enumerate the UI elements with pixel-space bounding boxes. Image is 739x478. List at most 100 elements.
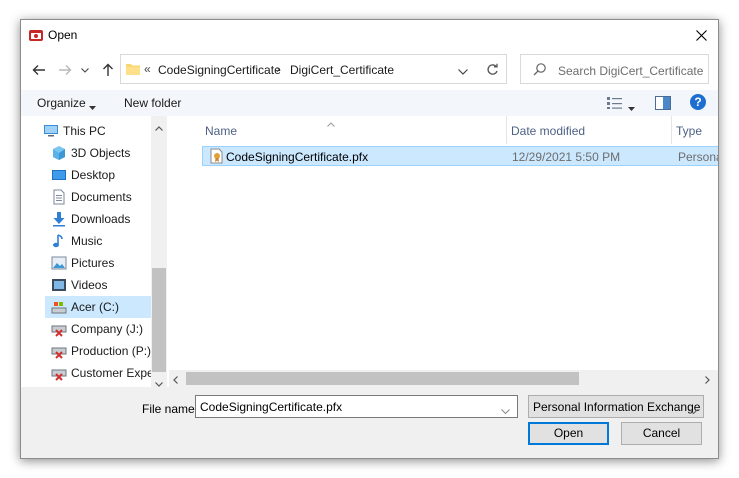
breadcrumb-digicert-certificate[interactable]: DigiCert_Certificate: [290, 63, 394, 77]
nav-item-3d-objects[interactable]: 3D Objects: [21, 142, 151, 164]
navigation-pane: This PC 3D Objects Desktop Documents Dow…: [21, 116, 167, 390]
nav-item-label: Production (P:): [71, 344, 152, 358]
column-header-date-modified[interactable]: Date modified: [507, 116, 671, 144]
scroll-up-icon[interactable]: [155, 120, 163, 134]
organize-dropdown-icon[interactable]: [89, 99, 96, 113]
view-dropdown-icon[interactable]: [628, 100, 635, 114]
nav-item-videos[interactable]: Videos: [21, 274, 151, 296]
filetype-dropdown-icon: [689, 403, 698, 417]
file-list-hscrollbar[interactable]: [169, 370, 718, 387]
breadcrumb-separator[interactable]: ›: [276, 62, 280, 76]
nav-item-label: Downloads: [71, 212, 131, 226]
address-overflow[interactable]: «: [144, 62, 151, 76]
nav-item-desktop[interactable]: Desktop: [21, 164, 151, 186]
nav-item-label: Documents: [71, 190, 132, 204]
drive-icon: [51, 299, 67, 315]
nav-item-label: Pictures: [71, 256, 115, 270]
nav-item-label: This PC: [63, 124, 106, 138]
nav-item-production-p[interactable]: Production (P:): [21, 340, 151, 362]
up-arrow-icon: [103, 63, 113, 76]
forward-button[interactable]: [55, 60, 75, 80]
search-placeholder: Search DigiCert_Certificate: [558, 64, 704, 78]
nav-item-company-j[interactable]: Company (J:): [21, 318, 151, 340]
nav-item-label: Company (J:): [71, 322, 144, 336]
dialog-footer: File name: CodeSigningCertificate.pfx Pe…: [21, 387, 718, 458]
command-bar: Organize New folder ?: [21, 90, 718, 116]
3d-objects-icon: [51, 145, 67, 161]
column-header-label: Name: [205, 124, 238, 138]
folder-icon: [125, 61, 141, 80]
address-bar[interactable]: « CodeSigningCertificate › DigiCert_Cert…: [120, 54, 506, 84]
file-list: Name Date modified Type CodeSigningCerti…: [181, 116, 718, 370]
file-type: Personal Info: [678, 150, 718, 164]
organize-button[interactable]: Organize: [37, 96, 86, 110]
back-button[interactable]: [29, 60, 49, 80]
column-header-type[interactable]: Type: [672, 116, 718, 144]
documents-icon: [51, 189, 67, 205]
column-header-name[interactable]: Name: [201, 116, 503, 144]
pane-splitter[interactable]: [167, 116, 181, 390]
nav-item-downloads[interactable]: Downloads: [21, 208, 151, 230]
file-name: CodeSigningCertificate.pfx: [226, 150, 369, 164]
close-button[interactable]: [684, 20, 718, 50]
this-pc-icon: [43, 123, 59, 139]
nav-item-label: Desktop: [71, 168, 116, 182]
filetype-value: Personal Information Exchange: [533, 400, 701, 414]
cancel-button[interactable]: Cancel: [621, 422, 702, 445]
nav-scrollbar-thumb[interactable]: [152, 268, 166, 372]
nav-item-acer-c[interactable]: Acer (C:): [45, 296, 151, 318]
new-folder-button[interactable]: New folder: [124, 96, 181, 110]
refresh-button[interactable]: [479, 54, 507, 84]
breadcrumb-codesigningcertificate[interactable]: CodeSigningCertificate: [158, 63, 281, 77]
file-row[interactable]: CodeSigningCertificate.pfx 12/29/2021 5:…: [202, 146, 718, 166]
scroll-right-icon[interactable]: [705, 373, 710, 387]
view-options-icon[interactable]: [606, 96, 624, 113]
filename-dropdown-icon[interactable]: [501, 403, 510, 417]
certificate-file-icon: [209, 148, 225, 167]
desktop-icon: [51, 167, 67, 183]
nav-item-label: 3D Objects: [71, 146, 131, 160]
nav-item-pictures[interactable]: Pictures: [21, 252, 151, 274]
app-icon: [28, 27, 44, 43]
network-drive-icon: [51, 365, 67, 381]
filename-label: File name:: [142, 402, 199, 416]
filetype-select[interactable]: Personal Information Exchange: [528, 395, 704, 418]
videos-icon: [51, 277, 67, 293]
nav-item-label: Music: [71, 234, 103, 248]
nav-item-documents[interactable]: Documents: [21, 186, 151, 208]
chevron-down-icon: [81, 67, 89, 73]
nav-item-music[interactable]: Music: [21, 230, 151, 252]
hscrollbar-thumb[interactable]: [186, 372, 579, 385]
nav-item-label: Videos: [71, 278, 108, 292]
filename-input[interactable]: CodeSigningCertificate.pfx: [195, 395, 518, 418]
nav-item-label: Acer (C:): [71, 300, 119, 314]
up-button[interactable]: [98, 60, 118, 80]
navigation-row: « CodeSigningCertificate › DigiCert_Cert…: [21, 50, 718, 90]
column-header-label: Type: [676, 124, 703, 138]
filename-value: CodeSigningCertificate.pfx: [200, 400, 343, 414]
address-dropdown-icon[interactable]: [458, 64, 468, 78]
network-drive-icon: [51, 343, 67, 359]
nav-item-customer-experience[interactable]: Customer Experie: [21, 362, 167, 384]
search-icon: [533, 62, 547, 79]
close-icon: [695, 29, 707, 41]
refresh-icon: [487, 63, 498, 75]
column-header-label: Date modified: [511, 124, 586, 138]
file-date: 12/29/2021 5:50 PM: [512, 150, 621, 164]
window-title: Open: [48, 28, 78, 42]
open-button[interactable]: Open: [528, 422, 609, 445]
scroll-left-icon[interactable]: [173, 373, 178, 387]
nav-scrollbar[interactable]: [151, 116, 167, 390]
forward-arrow-icon: [59, 65, 72, 75]
preview-pane-icon[interactable]: [655, 96, 671, 113]
title-bar: Open: [21, 20, 718, 50]
music-icon: [51, 233, 67, 249]
help-icon[interactable]: ?: [690, 94, 706, 110]
search-box[interactable]: Search DigiCert_Certificate: [520, 54, 709, 84]
back-arrow-icon: [32, 65, 45, 75]
downloads-icon: [51, 211, 67, 227]
pictures-icon: [51, 255, 67, 271]
network-drive-icon: [51, 321, 67, 337]
recent-locations-button[interactable]: [79, 60, 91, 80]
nav-item-this-pc[interactable]: This PC: [21, 120, 151, 142]
